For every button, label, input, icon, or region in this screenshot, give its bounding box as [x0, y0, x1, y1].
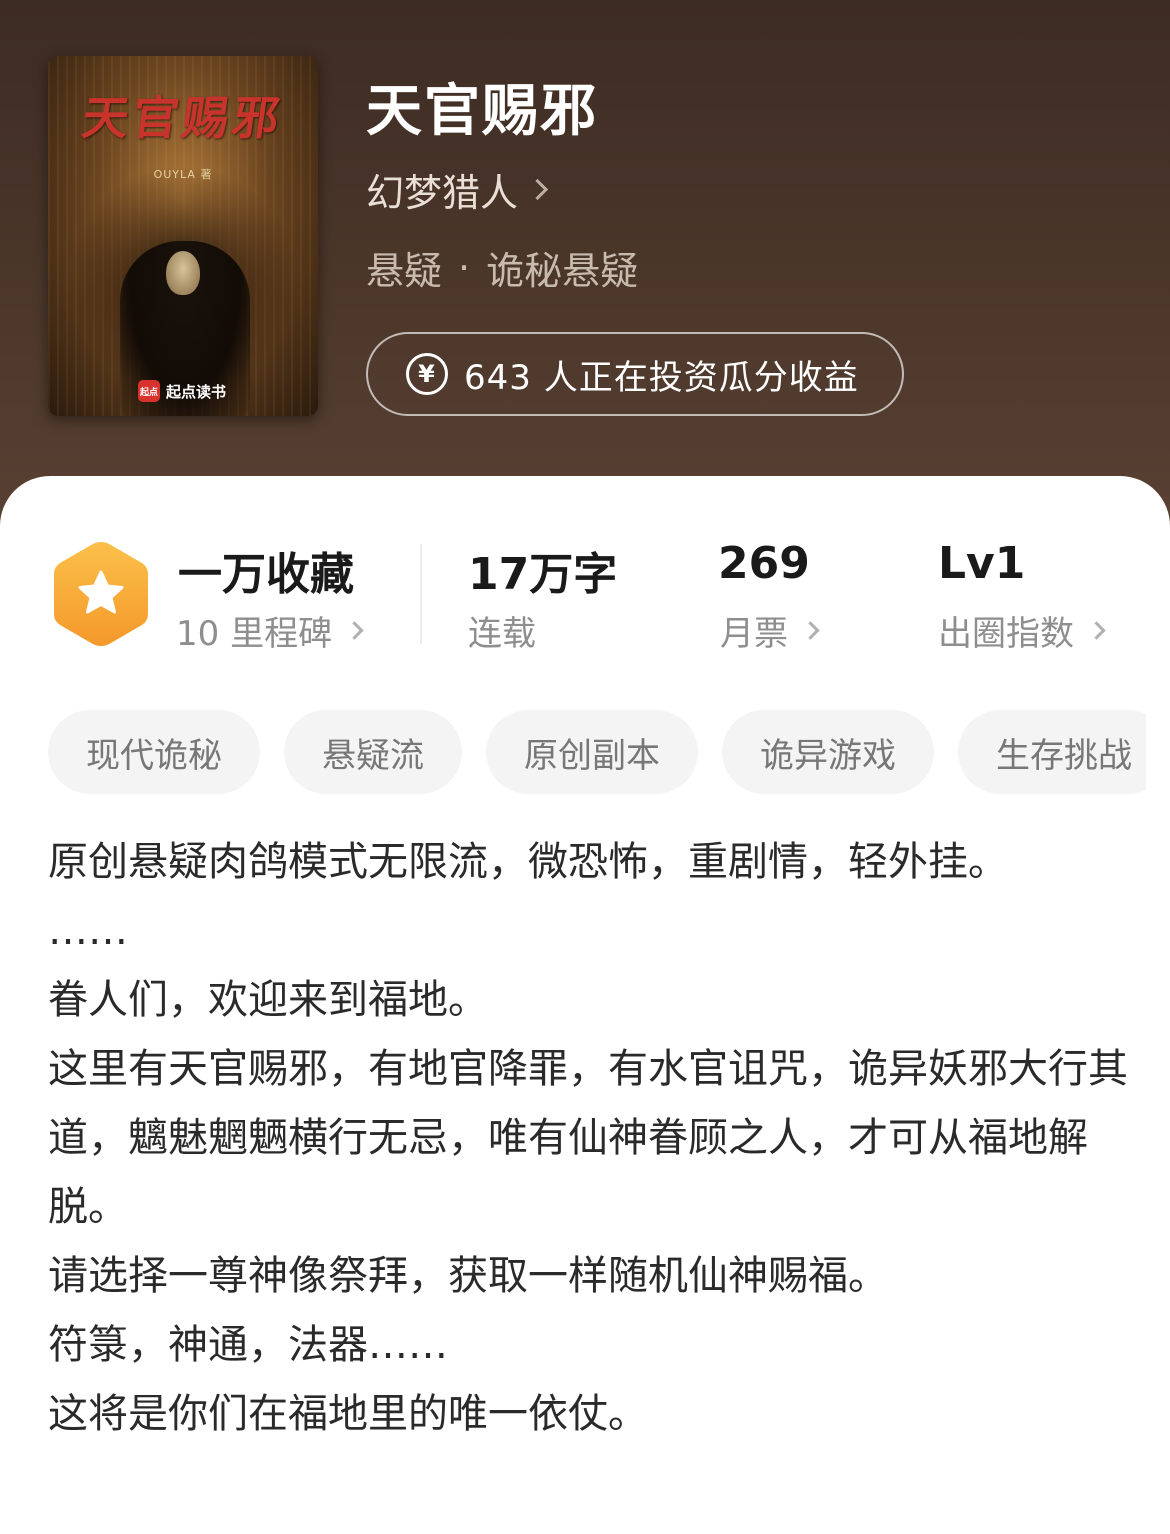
genre-separator: · [458, 245, 471, 290]
chevron-right-icon [801, 621, 820, 640]
star-badge-icon [54, 542, 148, 646]
synopsis-line: 这将是你们在福地里的唯一依仗。 [48, 1391, 648, 1437]
popularity-link[interactable]: 出圈指数 [938, 606, 1106, 655]
synopsis-line: 符箓，神通，法器…… [48, 1322, 448, 1368]
cover-brand-label: 起点读书 [166, 382, 227, 401]
chevron-right-icon [1087, 621, 1106, 640]
tag-chip[interactable]: 生存挑战 [958, 710, 1146, 794]
book-title: 天官赐邪 [366, 79, 598, 144]
invest-button[interactable]: ¥ 643 人正在投资瓜分收益 [366, 332, 904, 416]
subgenre-label[interactable]: 诡秘悬疑 [486, 240, 638, 295]
synopsis-line: 这里有天官赐邪，有地官降罪，有水官诅咒，诡异妖邪大行其道，魑魅魍魉横行无忌，唯有… [48, 1046, 1128, 1230]
synopsis[interactable]: 原创悬疑肉鸽模式无限流，微恐怖，重剧情，轻外挂。 …… 眷人们，欢迎来到福地。 … [48, 828, 1128, 1449]
chevron-right-icon [526, 178, 549, 201]
chevron-right-icon [345, 621, 364, 640]
milestone-label: 10 里程碑 [176, 614, 333, 654]
synopsis-line: …… [48, 908, 128, 954]
milestone-link[interactable]: 10 里程碑 [176, 606, 364, 655]
book-cover[interactable]: 天官赐邪 OUYLA 著 起点 起点读书 [48, 56, 318, 416]
author-name: 幻梦猎人 [366, 171, 519, 215]
stats-divider [420, 544, 422, 644]
monthly-votes-value: 269 [718, 538, 810, 589]
synopsis-line: 原创悬疑肉鸽模式无限流，微恐怖，重剧情，轻外挂。 [48, 839, 1008, 885]
tag-chip[interactable]: 现代诡秘 [48, 710, 260, 794]
cover-brand: 起点 起点读书 [138, 380, 226, 402]
collection-value: 一万收藏 [178, 549, 354, 600]
serial-status-label: 连载 [468, 606, 536, 655]
synopsis-line: 眷人们，欢迎来到福地。 [48, 977, 488, 1023]
tag-chip[interactable]: 诡异游戏 [722, 710, 934, 794]
genre-label[interactable]: 悬疑 [366, 240, 442, 295]
popularity-value: Lv1 [938, 538, 1026, 589]
invest-text: 643 人正在投资瓜分收益 [464, 357, 859, 398]
yen-icon: ¥ [406, 353, 448, 395]
monthly-votes-label: 月票 [720, 614, 788, 654]
genre-line: 悬疑 · 诡秘悬疑 [366, 240, 638, 295]
brand-logo-icon: 起点 [138, 380, 160, 402]
synopsis-line: 请选择一尊神像祭拜，获取一样随机仙神赐福。 [48, 1253, 888, 1299]
tag-chip[interactable]: 原创副本 [486, 710, 698, 794]
stats-row: 一万收藏 10 里程碑 17万字 连载 269 月票 Lv1 出圈指数 [0, 536, 1170, 656]
word-count-value: 17万字 [468, 549, 618, 600]
cover-mask-figure [166, 251, 200, 295]
tag-list: 现代诡秘 悬疑流 原创副本 诡异游戏 生存挑战 [48, 710, 1146, 794]
monthly-votes-link[interactable]: 月票 [720, 606, 820, 655]
tag-chip[interactable]: 悬疑流 [284, 710, 462, 794]
cover-author: OUYLA 著 [153, 168, 213, 181]
author-link[interactable]: 幻梦猎人 [366, 162, 549, 217]
serial-status-text: 连载 [468, 614, 536, 654]
popularity-label: 出圈指数 [938, 614, 1074, 654]
cover-title: 天官赐邪 [78, 91, 287, 145]
